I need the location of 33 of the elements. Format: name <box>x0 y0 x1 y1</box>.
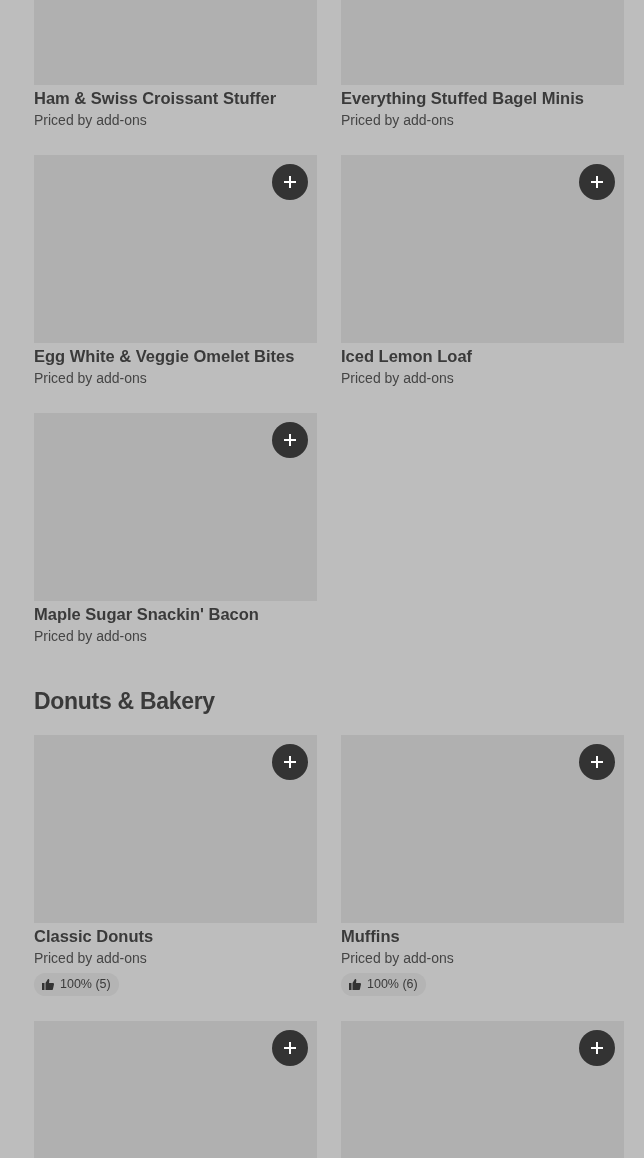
add-button[interactable] <box>272 422 308 458</box>
section-heading: Donuts & Bakery <box>34 687 216 716</box>
item-title: Ham & Swiss Croissant Stuffer <box>34 88 278 109</box>
add-button[interactable] <box>272 744 308 780</box>
thumbs-up-icon <box>349 979 361 990</box>
price-note: Priced by add-ons <box>34 111 148 130</box>
price-note: Priced by add-ons <box>34 369 148 388</box>
plus-icon <box>284 1042 296 1054</box>
item-title: Egg White & Veggie Omelet Bites <box>34 346 296 367</box>
rating-text: 100% (5) <box>60 976 111 994</box>
price-note: Priced by add-ons <box>34 949 148 968</box>
add-button[interactable] <box>579 1030 615 1066</box>
item-title: Iced Lemon Loaf <box>341 346 474 367</box>
price-note: Priced by add-ons <box>341 949 455 968</box>
add-button[interactable] <box>272 1030 308 1066</box>
add-button[interactable] <box>272 164 308 200</box>
price-note: Priced by add-ons <box>341 369 455 388</box>
rating-text: 100% (6) <box>367 976 418 994</box>
price-note: Priced by add-ons <box>341 111 455 130</box>
plus-icon <box>591 176 603 188</box>
plus-icon <box>591 756 603 768</box>
item-title: Everything Stuffed Bagel Minis <box>341 88 585 109</box>
plus-icon <box>284 756 296 768</box>
plus-icon <box>591 1042 603 1054</box>
add-button[interactable] <box>579 164 615 200</box>
item-title: Muffins <box>341 926 401 947</box>
thumbs-up-icon <box>42 979 54 990</box>
add-button[interactable] <box>579 744 615 780</box>
plus-icon <box>284 434 296 446</box>
price-note: Priced by add-ons <box>34 627 148 646</box>
plus-icon <box>284 176 296 188</box>
item-title: Classic Donuts <box>34 926 155 947</box>
item-title: Maple Sugar Snackin' Bacon <box>34 604 260 625</box>
